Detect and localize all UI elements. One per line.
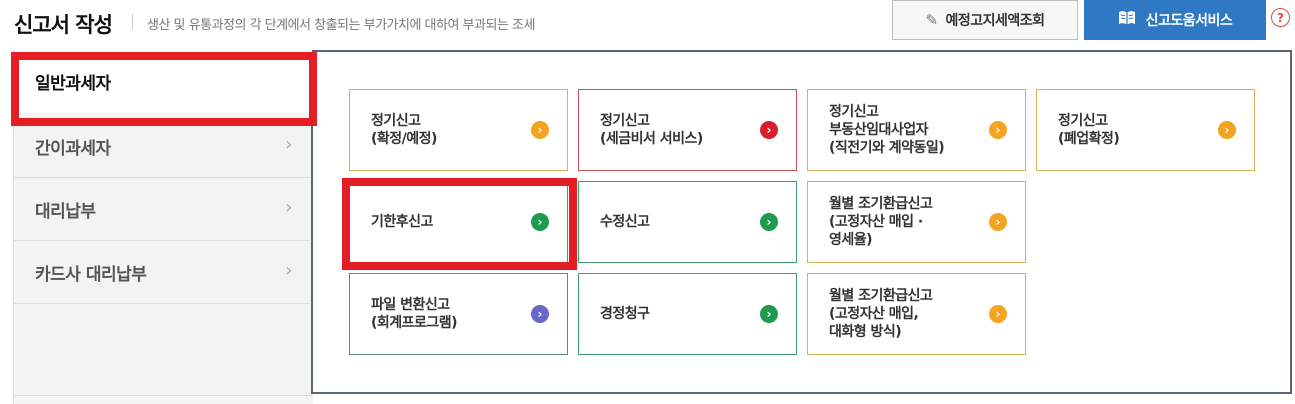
arrow-right-icon: › [989, 121, 1007, 139]
filing-help-service-label: 신고도움서비스 [1145, 13, 1233, 29]
card-label: 월별 조기환급신고 (고정자산 매입 · 영세율) [829, 196, 933, 248]
card-regular-filing-real-estate-rental[interactable]: 정기신고 부동산임대사업자 (직전기와 계약동일) › [807, 89, 1026, 171]
card-file-conversion-filing[interactable]: 파일 변환신고 (회계프로그램) › [349, 273, 568, 355]
taxpayer-type-sidebar: 일반과세자 간이과세자 › 대리납부 › 카드사 대리납부 › [13, 50, 313, 404]
arrow-right-icon: › [531, 121, 549, 139]
sidebar-item-general-taxpayer[interactable]: 일반과세자 [14, 50, 310, 113]
chevron-right-icon: › [285, 197, 292, 218]
card-monthly-early-refund[interactable]: 월별 조기환급신고 (고정자산 매입 · 영세율) › [807, 181, 1026, 263]
card-label: 정기신고 (세금비서 서비스) [600, 113, 703, 147]
panel-border [311, 113, 313, 394]
card-label: 기한후신고 [371, 214, 433, 230]
sidebar-divider [14, 395, 313, 396]
sidebar-item-proxy-payment[interactable]: 대리납부 › [14, 178, 310, 241]
sidebar-item-label: 카드사 대리납부 [35, 264, 147, 285]
arrow-right-icon: › [989, 305, 1007, 323]
page-subtitle: 생산 및 유통과정의 각 단계에서 창출되는 부가가치에 대하여 부과되는 조세 [147, 18, 535, 33]
arrow-right-icon: › [1218, 121, 1236, 139]
book-icon [1118, 10, 1136, 30]
sidebar-item-label: 일반과세자 [35, 74, 111, 94]
card-regular-filing-tax-secretary[interactable]: 정기신고 (세금비서 서비스) › [578, 89, 797, 171]
sidebar-item-simplified-taxpayer[interactable]: 간이과세자 › [14, 115, 310, 178]
arrow-right-icon: › [760, 213, 778, 231]
arrow-right-icon: › [531, 213, 549, 231]
card-regular-filing-closure[interactable]: 정기신고 (폐업확정) › [1036, 89, 1255, 171]
card-label: 월별 조기환급신고 (고정자산 매입, 대화형 방식) [829, 288, 933, 340]
arrow-right-icon: › [531, 305, 549, 323]
card-regular-filing[interactable]: 정기신고 (확정/예정) › [349, 89, 568, 171]
page-header: 신고서 작성 생산 및 유통과정의 각 단계에서 창출되는 부가가치에 대하여 … [0, 0, 1295, 46]
tax-notice-lookup-button[interactable]: ✎ 예정고지세액조회 [892, 0, 1078, 40]
card-label: 정기신고 부동산임대사업자 (직전기와 계약동일) [829, 104, 945, 156]
card-amended-filing[interactable]: 수정신고 › [578, 181, 797, 263]
sidebar-item-card-company-proxy-payment[interactable]: 카드사 대리납부 › [14, 241, 310, 304]
chevron-right-icon: › [285, 260, 292, 281]
card-label: 정기신고 (확정/예정) [371, 113, 437, 147]
card-late-filing[interactable]: 기한후신고 › [349, 181, 568, 263]
help-question-icon[interactable]: ? [1271, 8, 1290, 27]
sidebar-item-label: 대리납부 [35, 201, 96, 222]
sidebar-item-label: 간이과세자 [35, 138, 111, 159]
arrow-right-icon: › [989, 213, 1007, 231]
card-label: 경정청구 [600, 306, 650, 322]
arrow-right-icon: › [760, 305, 778, 323]
card-correction-claim[interactable]: 경정청구 › [578, 273, 797, 355]
chevron-right-icon: › [285, 134, 292, 155]
arrow-right-icon: › [760, 121, 778, 139]
card-label: 수정신고 [600, 214, 650, 230]
edit-icon: ✎ [925, 11, 938, 29]
filing-help-service-button[interactable]: 신고도움서비스 [1084, 0, 1266, 40]
card-label: 정기신고 (폐업확정) [1058, 113, 1120, 147]
card-label: 파일 변환신고 (회계프로그램) [371, 297, 458, 331]
page-title: 신고서 작성 [14, 13, 113, 37]
card-monthly-early-refund-interactive[interactable]: 월별 조기환급신고 (고정자산 매입, 대화형 방식) › [807, 273, 1026, 355]
tax-notice-lookup-label: 예정고지세액조회 [945, 13, 1046, 29]
title-divider [132, 14, 133, 30]
